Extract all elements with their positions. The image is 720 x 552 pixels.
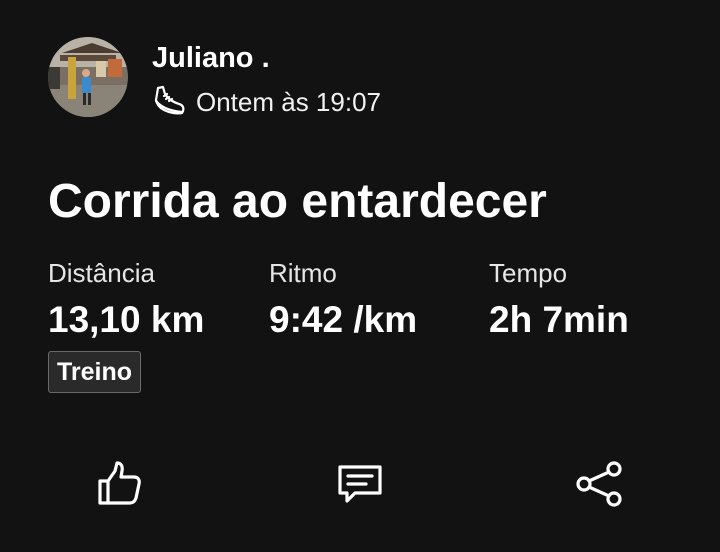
- stat-value: 2h 7min: [489, 299, 629, 340]
- stat-time: Tempo 2h 7min: [489, 255, 629, 344]
- comment-button[interactable]: [328, 452, 392, 516]
- stat-label: Ritmo: [269, 258, 337, 288]
- stat-value: 9:42 /km: [269, 299, 418, 340]
- like-button[interactable]: [88, 452, 152, 516]
- stat-label: Tempo: [489, 258, 568, 288]
- activity-title[interactable]: Corrida ao entardecer: [48, 172, 547, 232]
- workout-type-tag: Treino: [48, 351, 142, 393]
- running-shoe-icon: [152, 85, 186, 119]
- activity-card: Juliano . Ontem às 19:07 Corrida ao enta…: [0, 0, 720, 552]
- comment-icon: [338, 465, 382, 503]
- stat-label: Distância: [48, 258, 155, 288]
- avatar[interactable]: [48, 37, 128, 117]
- stat-distance: Distância 13,10 km: [48, 255, 204, 344]
- share-icon: [576, 461, 622, 507]
- activity-timestamp: Ontem às 19:07: [196, 87, 381, 117]
- avatar-photo: [48, 37, 128, 117]
- thumbs-up-icon: [98, 461, 141, 505]
- share-button[interactable]: [567, 452, 631, 516]
- user-name[interactable]: Juliano .: [152, 40, 270, 76]
- activity-meta: Ontem às 19:07: [152, 84, 381, 120]
- stat-value: 13,10 km: [48, 299, 205, 340]
- stat-pace: Ritmo 9:42 /km: [269, 255, 417, 344]
